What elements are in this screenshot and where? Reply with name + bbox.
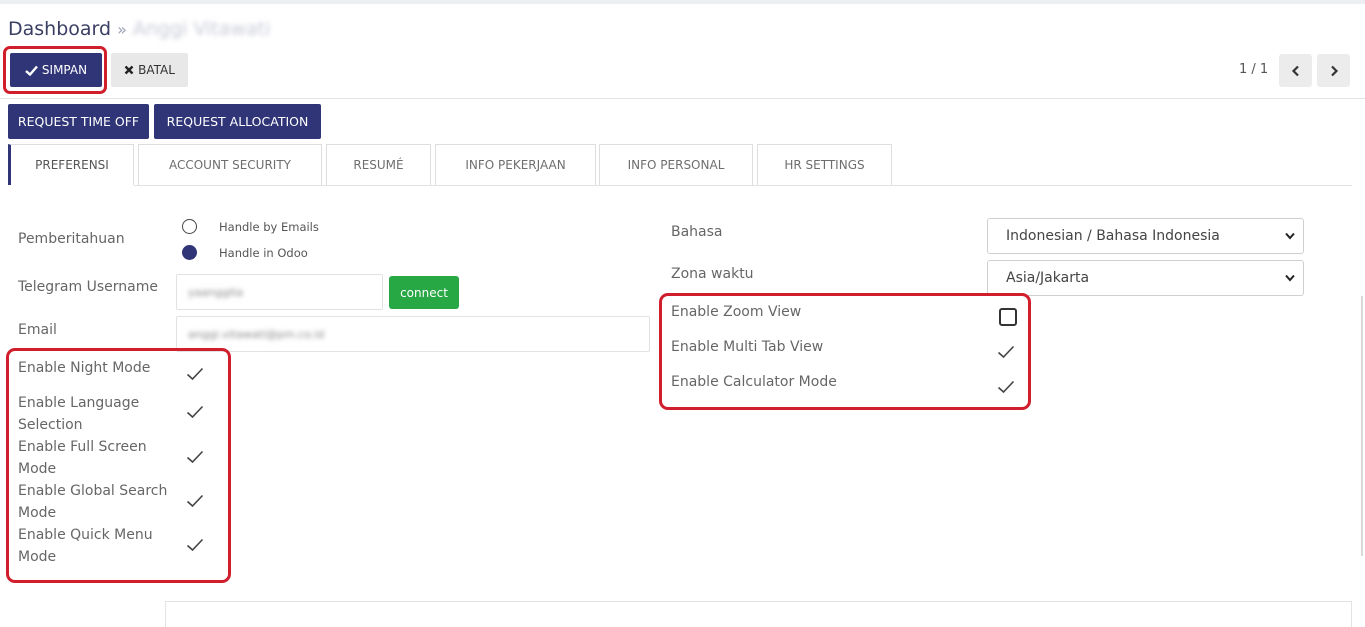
breadcrumb-separator: » bbox=[117, 20, 127, 39]
right-toggles-highlight bbox=[659, 293, 1031, 410]
radio-handle-in-odoo[interactable] bbox=[182, 245, 197, 260]
request-time-off-button[interactable]: REQUEST TIME OFF bbox=[8, 104, 149, 139]
close-icon bbox=[124, 65, 134, 75]
pager-previous-button[interactable] bbox=[1279, 54, 1312, 87]
cancel-button[interactable]: BATAL bbox=[111, 53, 188, 87]
tab-resume[interactable]: RESUMÉ bbox=[326, 144, 431, 185]
tab-bar-divider bbox=[134, 185, 1352, 186]
chevron-down-icon bbox=[1285, 232, 1295, 240]
email-label: Email bbox=[18, 322, 57, 338]
language-select-value: Indonesian / Bahasa Indonesia bbox=[1006, 228, 1220, 244]
top-border bbox=[0, 0, 1365, 4]
tab-hr-settings[interactable]: HR SETTINGS bbox=[757, 144, 892, 185]
radio-handle-by-emails[interactable] bbox=[182, 219, 197, 234]
radio-handle-by-emails-label: Handle by Emails bbox=[219, 220, 319, 234]
language-label: Bahasa bbox=[671, 224, 723, 240]
save-button-highlight bbox=[3, 46, 107, 94]
request-allocation-button[interactable]: REQUEST ALLOCATION bbox=[154, 104, 321, 139]
chevron-left-icon bbox=[1291, 65, 1299, 76]
tab-info-pekerjaan[interactable]: INFO PEKERJAAN bbox=[435, 144, 596, 185]
connect-button[interactable]: connect bbox=[389, 276, 459, 309]
left-toggles-highlight bbox=[6, 348, 231, 583]
timezone-select-value: Asia/Jakarta bbox=[1006, 270, 1090, 286]
timezone-label: Zona waktu bbox=[671, 266, 754, 282]
pager-counter: 1 / 1 bbox=[1239, 62, 1269, 77]
tab-preferensi[interactable]: PREFERENSI bbox=[8, 144, 134, 185]
breadcrumb-current: Anggi Vitawati bbox=[132, 18, 271, 40]
chevron-right-icon bbox=[1330, 65, 1338, 76]
cancel-button-label: BATAL bbox=[138, 63, 175, 77]
telegram-username-label: Telegram Username bbox=[18, 279, 158, 295]
language-select[interactable]: Indonesian / Bahasa Indonesia bbox=[987, 218, 1304, 254]
radio-handle-in-odoo-label: Handle in Odoo bbox=[219, 246, 308, 260]
chevron-down-icon bbox=[1285, 274, 1295, 282]
timezone-select[interactable]: Asia/Jakarta bbox=[987, 260, 1304, 296]
scrollbar[interactable] bbox=[1361, 296, 1363, 556]
tab-info-personal[interactable]: INFO PERSONAL bbox=[599, 144, 753, 185]
notification-label: Pemberitahuan bbox=[18, 231, 125, 247]
telegram-username-value: yaanggita bbox=[188, 286, 244, 299]
breadcrumb-root[interactable]: Dashboard bbox=[8, 18, 111, 40]
email-value: anggi.vitawati@pm.co.id bbox=[188, 328, 325, 341]
breadcrumb: Dashboard » Anggi Vitawati bbox=[8, 18, 270, 40]
toolbar-divider bbox=[0, 98, 1365, 99]
tab-account-security[interactable]: ACCOUNT SECURITY bbox=[138, 144, 322, 185]
pager-next-button[interactable] bbox=[1317, 54, 1350, 87]
bottom-panel bbox=[165, 601, 1352, 627]
